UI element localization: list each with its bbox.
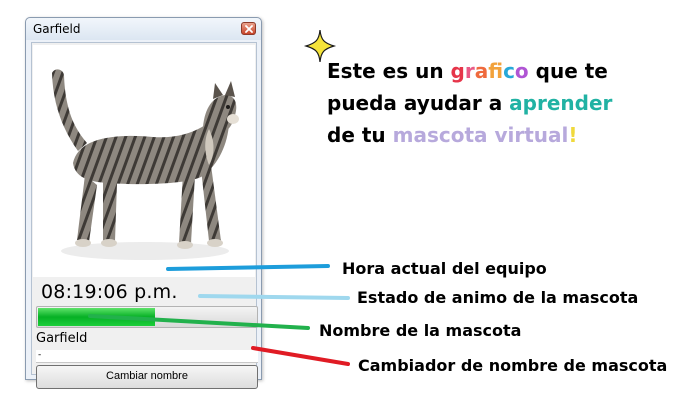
name-annotation: Nombre de la mascota	[319, 321, 522, 340]
clock-annotation: Hora actual del equipo	[342, 259, 547, 278]
changer-annotation: Cambiador de nombre de mascota	[358, 356, 668, 375]
name-pointer-line	[88, 314, 310, 330]
changer-pointer-line	[251, 346, 350, 366]
annotation-lines	[88, 264, 350, 366]
clock-pointer-line	[166, 264, 330, 271]
mood-pointer-line	[198, 294, 350, 300]
mood-annotation: Estado de animo de la mascota	[357, 288, 639, 307]
